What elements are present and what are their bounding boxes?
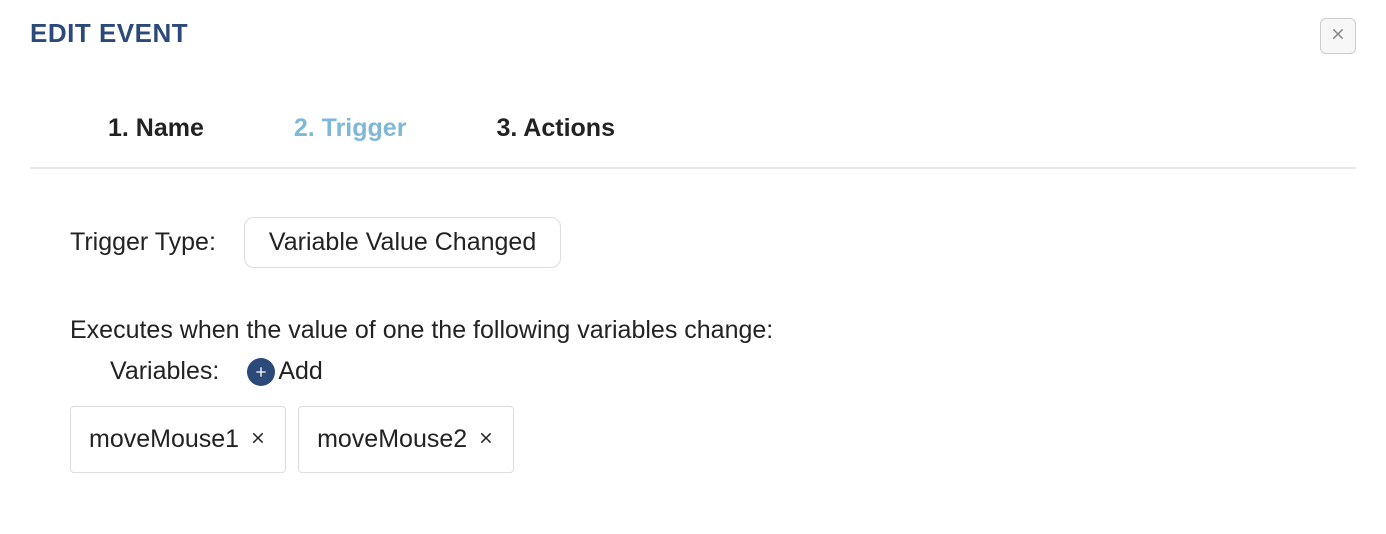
close-button[interactable]: [1320, 18, 1356, 54]
trigger-type-select[interactable]: Variable Value Changed: [244, 217, 561, 268]
add-label: Add: [278, 357, 322, 386]
variables-chips: moveMouse1 moveMouse2: [70, 406, 1356, 473]
dialog-title: EDIT EVENT: [30, 18, 188, 49]
plus-circle-icon: [247, 358, 275, 386]
add-variable-button[interactable]: Add: [247, 357, 322, 386]
tab-trigger[interactable]: 2. Trigger: [294, 114, 407, 143]
remove-variable-button[interactable]: [477, 425, 495, 454]
variable-chip-label: moveMouse2: [317, 425, 467, 454]
trigger-description: Executes when the value of one the follo…: [70, 316, 1356, 345]
variable-chip[interactable]: moveMouse2: [298, 406, 514, 473]
trigger-type-label: Trigger Type:: [70, 228, 216, 257]
wizard-tabs: 1. Name 2. Trigger 3. Actions: [30, 54, 1356, 169]
close-icon: [477, 425, 495, 454]
close-icon: [1329, 25, 1347, 48]
close-icon: [249, 425, 267, 454]
variable-chip[interactable]: moveMouse1: [70, 406, 286, 473]
variable-chip-label: moveMouse1: [89, 425, 239, 454]
variables-label: Variables:: [110, 357, 219, 386]
remove-variable-button[interactable]: [249, 425, 267, 454]
tab-name[interactable]: 1. Name: [108, 114, 204, 143]
tab-actions[interactable]: 3. Actions: [496, 114, 615, 143]
